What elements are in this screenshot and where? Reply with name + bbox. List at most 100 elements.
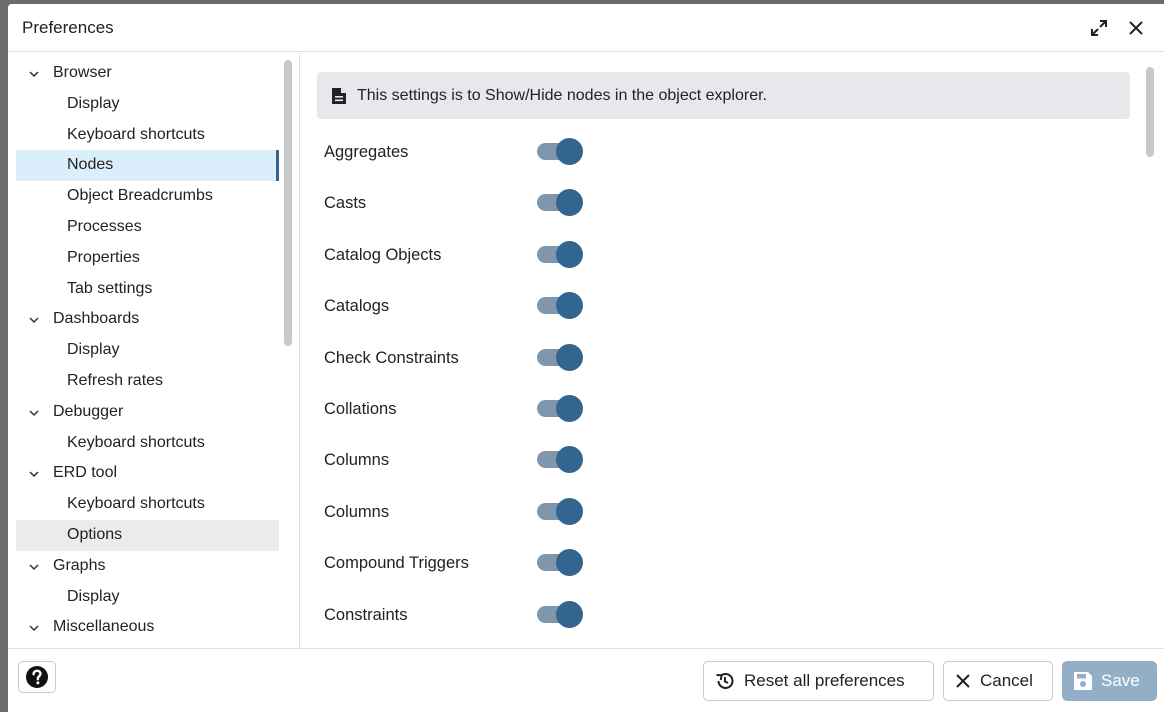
pref-toggle[interactable] [535,497,585,527]
toggle-knob [556,292,583,320]
tree-item-label: Keyboard shortcuts [67,495,205,513]
tree-item-label: Display [67,587,120,605]
pref-row: Columns [324,497,924,527]
pref-label: Columns [324,451,390,470]
tree-item-label: Dashboards [53,310,140,328]
reset-icon [716,672,734,689]
chevron-down-icon[interactable] [29,70,39,78]
tree-item-label: Display [67,94,120,112]
tree-item-label: Processes [67,217,142,235]
expand-icon[interactable] [1087,16,1111,40]
tree-item-label: Nodes [67,156,114,174]
pref-toggle[interactable] [535,137,585,167]
toggle-knob [556,189,583,217]
dialog-footer: Reset all preferences Cancel Save [8,648,1164,712]
tree-item-label: Object Breadcrumbs [67,187,213,205]
pref-row: Collations [324,394,924,424]
tree-item[interactable]: Tab settings [16,274,279,305]
tree-group[interactable]: ERD tool [16,458,279,489]
tree-group[interactable]: Miscellaneous [16,612,279,643]
pref-toggle[interactable] [535,394,585,424]
preferences-panel: This settings is to Show/Hide nodes in t… [301,53,1164,648]
dialog-title: Preferences [22,18,114,37]
pref-toggle[interactable] [535,600,585,630]
toggle-knob [556,446,583,474]
pref-label: Casts [324,194,367,213]
tree-item-label: Tab settings [67,279,153,297]
tree-item[interactable]: Keyboard shortcuts [16,428,279,459]
pref-label: Columns [324,502,390,521]
tree-item[interactable]: Options [16,519,279,551]
tree-item[interactable]: Object Breadcrumbs [16,181,279,212]
reset-all-preferences-button[interactable]: Reset all preferences [703,661,934,701]
tree-item-label: Miscellaneous [53,618,155,636]
pref-label: Catalog Objects [324,245,442,264]
tree-item[interactable]: Nodes [16,150,279,182]
pref-label: Catalogs [324,297,390,316]
pref-row: Check Constraints [324,343,924,373]
chevron-down-icon[interactable] [29,409,39,417]
pref-toggle[interactable] [535,240,585,270]
pref-row: Columns [324,445,924,475]
tree-item-label: Debugger [53,402,124,420]
help-button[interactable] [18,661,56,693]
tree-list: Browser Display Keyboard shortcuts Nodes Obj… [16,58,279,643]
tree-item[interactable]: Properties [16,243,279,274]
title-bar: Preferences [8,4,1164,52]
chevron-down-icon[interactable] [29,470,39,478]
toggle-knob [556,549,583,577]
save-label: Save [1101,671,1140,690]
chevron-down-icon[interactable] [29,316,39,324]
chevron-down-icon[interactable] [29,563,39,571]
preferences-tree: Browser Display Keyboard shortcuts Nodes Obj… [8,53,300,648]
pref-row: Catalog Objects [324,240,924,270]
info-banner: This settings is to Show/Hide nodes in t… [317,72,1130,119]
tree-item[interactable]: Display [16,582,279,613]
close-icon[interactable] [1124,16,1148,40]
pref-toggle[interactable] [535,343,585,373]
tree-item-label: Refresh rates [67,371,164,389]
tree-item[interactable]: Display [16,335,279,366]
pref-label: Collations [324,400,397,418]
reset-label: Reset all preferences [744,671,905,690]
save-icon [1074,672,1092,690]
tree-item[interactable]: Keyboard shortcuts [16,120,279,151]
pref-label: Compound Triggers [324,554,469,573]
tree-item-label: Display [67,341,120,359]
tree-item-label: Options [67,525,123,543]
pref-row: Constraints [324,600,924,630]
cancel-label: Cancel [980,671,1033,690]
tree-group[interactable]: Browser [16,58,279,89]
pref-toggle[interactable] [535,548,585,578]
tree-item-label: Browser [53,64,112,81]
cancel-button[interactable]: Cancel [943,661,1053,701]
panel-scrollbar[interactable] [1146,67,1154,157]
save-button[interactable]: Save [1062,661,1157,701]
tree-group[interactable]: Debugger [16,397,279,428]
tree-item[interactable]: Display [16,89,279,120]
tree-group[interactable]: Graphs [16,551,279,582]
pref-row: Compound Triggers [324,548,924,578]
pref-row: Catalogs [324,291,924,321]
info-text: This settings is to Show/Hide nodes in t… [357,86,767,104]
pref-toggle[interactable] [535,291,585,321]
pref-row: Casts [324,188,924,218]
tree-item[interactable]: Keyboard shortcuts [16,489,279,520]
pref-toggle[interactable] [535,445,585,475]
tree-item[interactable]: Processes [16,212,279,243]
toggle-knob [556,240,583,268]
pref-row: Aggregates [324,137,924,167]
toggle-knob [556,600,583,628]
chevron-down-icon[interactable] [29,624,39,632]
tree-item-label: Properties [67,248,140,266]
tree-group[interactable]: Dashboards [16,304,279,335]
tree-item-label: ERD tool [53,464,118,482]
tree-item-label: Keyboard shortcuts [67,433,205,451]
tree-scrollbar[interactable] [284,60,292,346]
document-icon [332,87,346,104]
tree-item-label: Keyboard shortcuts [67,125,205,143]
tree-item[interactable]: Refresh rates [16,366,279,397]
close-icon [956,674,970,688]
tree-item-label: Graphs [53,556,106,574]
pref-toggle[interactable] [535,188,585,218]
